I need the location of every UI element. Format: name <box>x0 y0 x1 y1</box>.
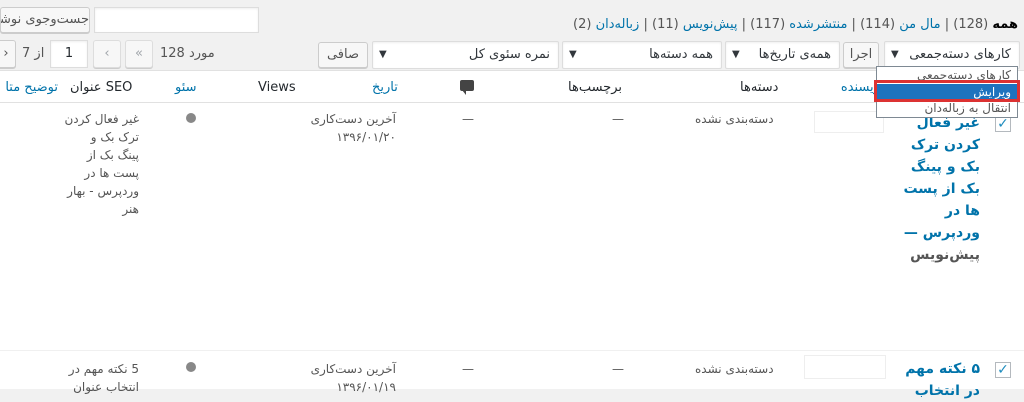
column-views[interactable]: Views <box>258 80 296 95</box>
bulk-menu-item-trash[interactable]: انتقال به زباله‌دان <box>924 101 1011 115</box>
current-page-input[interactable]: 1 <box>50 40 88 68</box>
column-tags: برچسب‌ها <box>568 80 623 95</box>
status-trash[interactable]: زباله‌دان <box>596 17 640 32</box>
highlight-box <box>874 80 1020 102</box>
next-page-button[interactable]: › <box>0 40 16 68</box>
column-categories: دسته‌ها <box>740 80 779 95</box>
items-count: 128 مورد <box>160 46 215 61</box>
status-all-count: (128) <box>953 17 989 32</box>
status-all[interactable]: همه <box>992 17 1018 32</box>
first-page-button[interactable]: « <box>125 40 153 68</box>
chevron-down-icon: ▼ <box>891 49 899 60</box>
post-state: پیش‌نویس <box>910 247 980 263</box>
seo-title-cell: 5 نکته مهم در انتخاب عنوان <box>68 362 139 394</box>
category-link[interactable]: دسته‌بندی نشده <box>695 110 774 128</box>
row-checkbox[interactable]: ✓ <box>995 116 1011 132</box>
table-header-divider <box>0 102 1024 103</box>
row-divider <box>0 350 1024 351</box>
bulk-actions-select[interactable]: کارهای دسته‌جمعی ▼ <box>884 41 1020 69</box>
comments-value: — <box>462 362 474 376</box>
post-title[interactable]: ۵ نکته مهم در انتخاب <box>905 358 980 402</box>
seo-score-dot <box>186 362 196 372</box>
status-published[interactable]: منتشرشده <box>789 17 847 32</box>
apply-button[interactable]: اجرا <box>843 42 879 68</box>
dates-select[interactable]: همه‌ی تاریخ‌ها ▼ <box>725 41 840 69</box>
column-date[interactable]: تاریخ <box>372 80 398 95</box>
chevron-down-icon: ▼ <box>379 49 387 60</box>
category-link[interactable]: دسته‌بندی نشده <box>695 360 774 378</box>
status-draft-count: (11) <box>652 17 679 32</box>
chevron-down-icon: ▼ <box>732 49 740 60</box>
status-draft[interactable]: پیش‌نویس <box>683 17 738 32</box>
column-seo-title: عنوان SEO <box>70 80 133 95</box>
tags-value: — <box>612 362 624 376</box>
status-separator: | <box>944 17 950 32</box>
status-trash-count: (2) <box>573 17 592 32</box>
status-published-count: (117) <box>750 17 786 32</box>
date-cell: آخرین دست‌کاری ۱۳۹۶/۰۱/۱۹ <box>310 362 396 394</box>
categories-select[interactable]: همه دسته‌ها ▼ <box>562 41 722 69</box>
status-links: همه (128) | مال من (114) | منتشرشده (117… <box>573 17 1018 32</box>
status-mine[interactable]: مال من <box>899 17 940 32</box>
chevron-down-icon: ▼ <box>569 49 577 60</box>
total-pages-label: از 7 <box>22 46 45 61</box>
date-cell: آخرین دست‌کاری ۱۳۹۶/۰۱/۲۰ <box>310 112 396 144</box>
seo-title-cell: غیر فعال کردن ترک بک و پینگ بک از پست ها… <box>64 112 139 216</box>
column-seo[interactable]: سئو <box>175 80 197 95</box>
search-posts-button[interactable]: جست‌وجوی نوشته <box>0 7 90 33</box>
categories-label: همه دسته‌ها <box>649 47 713 62</box>
bulk-actions-label: کارهای دسته‌جمعی <box>909 47 1011 62</box>
dates-label: همه‌ی تاریخ‌ها <box>758 47 831 62</box>
filter-button[interactable]: صافی <box>318 42 368 68</box>
status-separator: | <box>741 17 747 32</box>
author-avatar <box>805 356 885 378</box>
column-meta-desc[interactable]: توضیح متا <box>0 80 58 95</box>
author-avatar <box>815 112 883 132</box>
seo-score-label: نمره سئوی کل <box>468 47 550 62</box>
row-checkbox[interactable]: ✓ <box>995 362 1011 378</box>
status-separator: | <box>643 17 648 32</box>
search-input[interactable] <box>94 7 259 33</box>
status-separator: | <box>851 17 856 32</box>
prev-page-button[interactable]: ‹ <box>93 40 121 68</box>
status-mine-count: (114) <box>860 17 896 32</box>
comments-value: — <box>462 112 474 126</box>
comment-bubble-icon[interactable] <box>460 80 474 95</box>
tags-value: — <box>612 112 624 126</box>
post-title[interactable]: غیر فعال کردن ترک بک و پینگ بک از پست ها… <box>903 112 980 266</box>
seo-score-dot <box>186 113 196 123</box>
seo-score-select[interactable]: نمره سئوی کل ▼ <box>372 41 559 69</box>
